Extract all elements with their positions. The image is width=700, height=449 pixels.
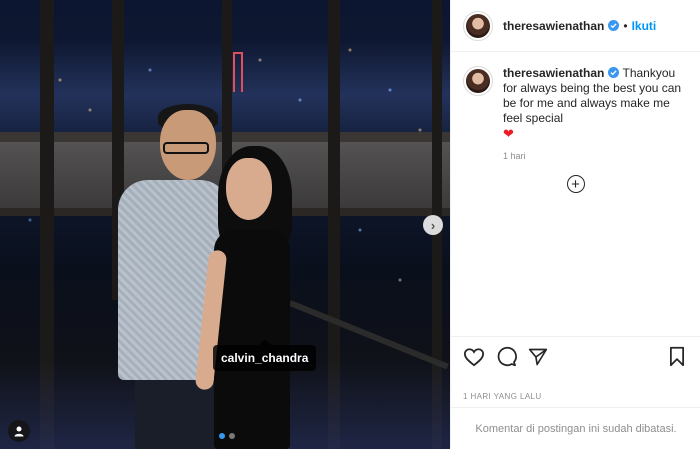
post-side-panel: theresawienathan • Ikuti theresawienatha… — [450, 0, 700, 449]
share-button[interactable] — [527, 346, 549, 368]
comment-button[interactable] — [495, 346, 517, 368]
separator-dot: • — [623, 18, 628, 33]
comments-section: theresawienathan Thankyou for always bei… — [451, 52, 700, 336]
carousel-dot — [219, 433, 225, 439]
load-more-comments-button[interactable]: + — [566, 175, 585, 193]
tagged-users-button[interactable] — [8, 420, 30, 442]
caption-text: theresawienathan Thankyou for always bei… — [503, 66, 688, 141]
username-link[interactable]: theresawienathan — [503, 66, 604, 80]
chevron-right-icon: › — [430, 217, 436, 233]
username-link[interactable]: theresawienathan — [503, 19, 604, 33]
post-photo[interactable]: calvin_chandra › — [0, 0, 450, 449]
caption: theresawienathan Thankyou for always bei… — [463, 66, 688, 141]
glasses — [163, 142, 209, 154]
verified-badge-icon — [608, 20, 620, 31]
heart-icon — [463, 347, 485, 366]
comment-icon — [497, 346, 517, 367]
avatar[interactable] — [463, 66, 493, 96]
carousel-indicator — [219, 433, 235, 439]
carousel-next-button[interactable]: › — [423, 215, 443, 235]
bookmark-icon — [670, 346, 684, 367]
avatar[interactable] — [463, 10, 493, 41]
verified-badge-icon — [608, 67, 620, 78]
comments-disabled-notice: Komentar di postingan ini sudah dibatasi… — [451, 407, 700, 449]
comment-timestamp[interactable]: 1 hari — [503, 151, 688, 161]
action-bar — [451, 336, 700, 376]
follow-button[interactable]: Ikuti — [632, 19, 657, 33]
post-header: theresawienathan • Ikuti — [451, 0, 700, 52]
plus-circle-icon: + — [571, 175, 580, 193]
carousel-dot — [229, 433, 235, 439]
user-icon — [14, 426, 24, 437]
save-button[interactable] — [666, 346, 688, 368]
red-tower — [233, 52, 243, 92]
woman-figure — [226, 158, 272, 220]
heart-emoji: ❤ — [503, 126, 514, 141]
like-button[interactable] — [463, 346, 485, 368]
tagged-user-label[interactable]: calvin_chandra — [213, 339, 317, 371]
paper-plane-icon — [528, 348, 548, 365]
